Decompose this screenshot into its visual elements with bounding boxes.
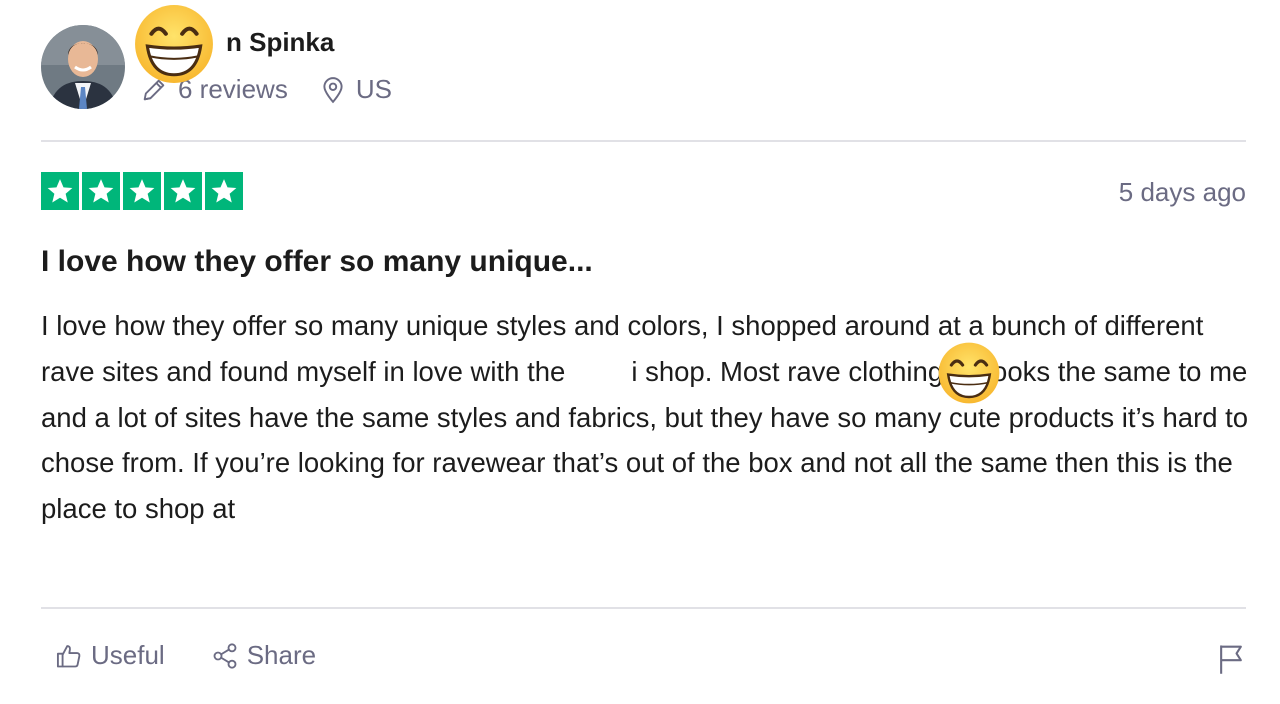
star-icon [123, 172, 161, 210]
grinning-emoji-icon [938, 342, 1000, 404]
reviewer-name[interactable]: n Spinka [226, 27, 334, 58]
location-label: US [355, 74, 392, 104]
avatar[interactable] [41, 25, 125, 109]
share-button[interactable]: Share [211, 640, 316, 671]
star-icon [205, 172, 243, 210]
review-card: n Spinka 6 reviews US 5 days ago I love … [0, 0, 1280, 704]
divider [41, 607, 1246, 609]
flag-icon[interactable] [1216, 643, 1246, 675]
review-title[interactable]: I love how they offer so many unique... [41, 245, 593, 279]
review-actions: Useful Share [55, 640, 316, 671]
share-label: Share [246, 640, 317, 670]
useful-button[interactable]: Useful [55, 640, 165, 671]
review-body: I love how they offer so many unique sty… [41, 303, 1256, 532]
reviewer-location: US [320, 74, 392, 105]
location-pin-icon [323, 76, 343, 103]
star-rating [41, 172, 243, 210]
useful-label: Useful [91, 640, 165, 670]
star-icon [41, 172, 79, 210]
thumbs-up-icon [56, 644, 81, 667]
share-icon [213, 642, 237, 669]
divider [41, 140, 1246, 142]
grinning-emoji-icon [135, 5, 213, 83]
star-icon [82, 172, 120, 210]
star-icon [164, 172, 202, 210]
review-date: 5 days ago [1118, 177, 1246, 207]
